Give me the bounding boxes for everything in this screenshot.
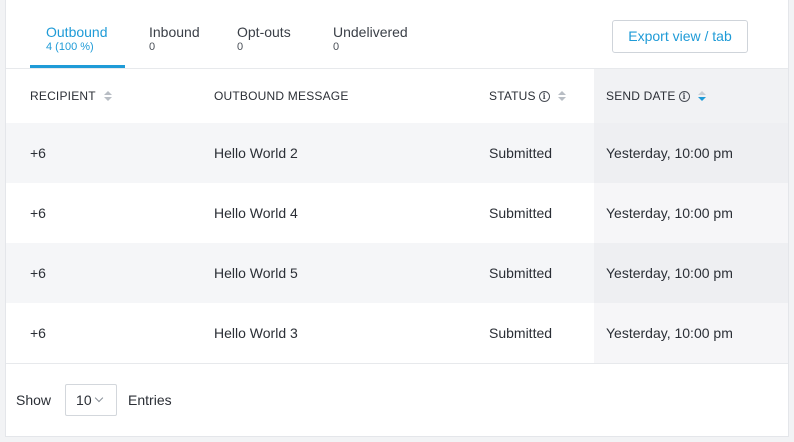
tab-inbound[interactable]: Inbound 0: [125, 0, 216, 68]
send-date-cell: Yesterday, 10:00 pm: [594, 243, 788, 303]
messages-card: Outbound 4 (100 %) Inbound 0 Opt-outs 0 …: [5, 0, 789, 437]
recipient-cell: +6: [30, 145, 46, 161]
column-header-label: SEND DATE: [606, 89, 676, 103]
show-label: Show: [16, 392, 52, 408]
status-cell: Submitted: [489, 265, 553, 281]
table-row[interactable]: +6 Hello World 4 Submitted Yesterday, 10…: [6, 183, 788, 243]
send-date-cell: Yesterday, 10:00 pm: [594, 303, 788, 363]
tab-count: 0: [333, 41, 340, 53]
export-view-button[interactable]: Export view / tab: [612, 20, 748, 53]
tab-label: Undelivered: [333, 24, 408, 40]
tab-count: 0: [149, 41, 156, 53]
tab-bar: Outbound 4 (100 %) Inbound 0 Opt-outs 0 …: [30, 0, 422, 68]
entries-label: Entries: [128, 392, 172, 408]
entries-per-page-select[interactable]: 10: [65, 384, 118, 416]
table-row[interactable]: +6 Hello World 2 Submitted Yesterday, 10…: [6, 123, 788, 183]
status-cell: Submitted: [489, 325, 553, 341]
divider: [6, 363, 788, 364]
message-cell: Hello World 4: [214, 205, 298, 221]
table-row[interactable]: +6 Hello World 3 Submitted Yesterday, 10…: [6, 303, 788, 363]
status-cell: Submitted: [489, 205, 553, 221]
recipient-cell: +6: [30, 205, 46, 221]
tab-label: Outbound: [46, 24, 108, 40]
column-header-message: OUTBOUND MESSAGE: [214, 69, 349, 123]
send-date-cell: Yesterday, 10:00 pm: [594, 123, 788, 183]
send-date-cell: Yesterday, 10:00 pm: [594, 183, 788, 243]
message-cell: Hello World 3: [214, 325, 298, 341]
tab-count: 4 (100 %): [46, 41, 94, 53]
recipient-cell: +6: [30, 325, 46, 341]
tab-opt-outs[interactable]: Opt-outs 0: [216, 0, 312, 68]
pagination-footer: Show 10 Entries: [16, 384, 172, 416]
message-cell: Hello World 2: [214, 145, 298, 161]
entries-value: 10: [76, 392, 92, 408]
info-icon[interactable]: i: [678, 90, 690, 102]
table-header: RECIPIENT OUTBOUND MESSAGE STATUS i SEND…: [6, 69, 788, 123]
column-header-label: STATUS: [489, 89, 536, 103]
messages-table: RECIPIENT OUTBOUND MESSAGE STATUS i SEND…: [6, 69, 788, 363]
column-header-status[interactable]: STATUS i: [489, 69, 566, 123]
recipient-cell: +6: [30, 265, 46, 281]
tab-outbound[interactable]: Outbound 4 (100 %): [30, 0, 125, 68]
info-icon[interactable]: i: [538, 90, 550, 102]
column-header-label: OUTBOUND MESSAGE: [214, 89, 349, 103]
sort-icon[interactable]: [557, 91, 566, 101]
table-row[interactable]: +6 Hello World 5 Submitted Yesterday, 10…: [6, 243, 788, 303]
column-header-recipient[interactable]: RECIPIENT: [30, 69, 112, 123]
message-cell: Hello World 5: [214, 265, 298, 281]
column-header-label: RECIPIENT: [30, 89, 96, 103]
tab-label: Inbound: [149, 24, 200, 40]
tab-label: Opt-outs: [237, 24, 291, 40]
tab-count: 0: [237, 41, 244, 53]
sort-icon[interactable]: [103, 91, 112, 101]
status-cell: Submitted: [489, 145, 553, 161]
sort-descending-icon[interactable]: [697, 91, 706, 101]
column-header-send-date[interactable]: SEND DATE i: [594, 69, 788, 123]
tab-undelivered[interactable]: Undelivered 0: [312, 0, 422, 68]
chevron-down-icon: [94, 393, 103, 403]
